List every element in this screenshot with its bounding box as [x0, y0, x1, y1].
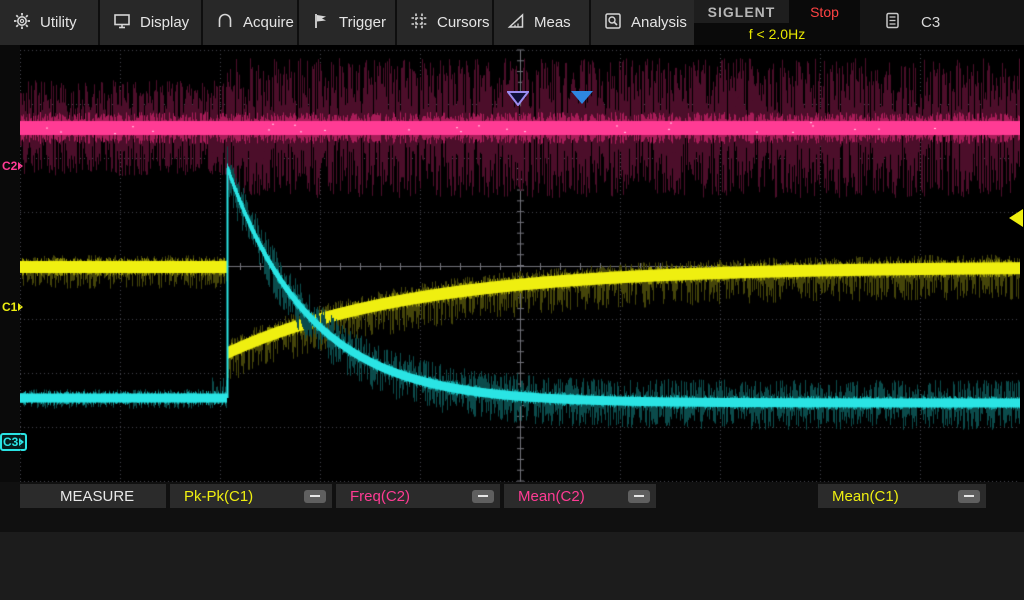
menu-trigger[interactable]: Trigger — [299, 0, 397, 45]
active-channel-label: C3 — [921, 14, 940, 31]
acquisition-status-badge[interactable]: Stop — [789, 0, 860, 23]
remove-measure-icon[interactable] — [628, 490, 650, 503]
channel-marker-strip: C2 C1 C3 — [0, 45, 20, 482]
list-icon — [886, 12, 899, 33]
gear-icon — [13, 12, 31, 34]
measure-item-pkpk-c1[interactable]: Pk-Pk(C1) — [170, 484, 332, 508]
menu-meas-label: Meas — [534, 14, 571, 31]
magnifier-icon — [604, 12, 622, 34]
menu-cursors-label: Cursors — [437, 14, 490, 31]
menu-acquire-label: Acquire — [243, 14, 294, 31]
set-square-icon — [507, 12, 525, 34]
measure-item-freq-c2[interactable]: Freq(C2) — [336, 484, 500, 508]
waveform-display: C2 C1 C3 — [0, 45, 1024, 482]
bottom-status-bar: C1AC1M 10X50.0mV/ 20M3.33mV C2AC1M 10X20… — [0, 532, 1024, 600]
oscilloscope-screen: Utility Display Acquire Trigger Cursors … — [0, 0, 1024, 600]
menu-trigger-label: Trigger — [339, 14, 386, 31]
trigger-position-marker-icon[interactable] — [570, 91, 594, 110]
measure-bar: MEASURE Value Pk-Pk(C1) 112.6042mV Freq(… — [0, 482, 1024, 532]
top-menu-bar: Utility Display Acquire Trigger Cursors … — [0, 0, 1024, 45]
menu-analysis[interactable]: Analysis — [591, 0, 694, 45]
menu-display-label: Display — [140, 14, 189, 31]
menu-meas[interactable]: Meas — [494, 0, 591, 45]
remove-measure-icon[interactable] — [472, 490, 494, 503]
menu-cursors[interactable]: Cursors — [397, 0, 494, 45]
menu-acquire[interactable]: Acquire — [203, 0, 299, 45]
menu-display[interactable]: Display — [100, 0, 203, 45]
menu-analysis-label: Analysis — [631, 14, 687, 31]
cursors-grid-icon — [410, 12, 428, 34]
measure-item-mean-c1[interactable]: Mean(C1) — [818, 484, 986, 508]
trigger-level-arrow-icon[interactable] — [1009, 209, 1023, 227]
flag-icon — [312, 12, 330, 34]
remove-measure-icon[interactable] — [958, 490, 980, 503]
monitor-icon — [113, 12, 131, 34]
siglent-logo: SIGLENT — [694, 0, 789, 23]
measure-header-cell: MEASURE — [20, 484, 166, 508]
measure-item-mean-c2[interactable]: Mean(C2) — [504, 484, 656, 508]
horizontal-reference-marker-icon[interactable] — [507, 91, 529, 111]
arch-icon — [216, 12, 234, 34]
status-block: SIGLENT Stop f < 2.0Hz — [694, 0, 860, 45]
menu-utility[interactable]: Utility — [0, 0, 100, 45]
trigger-frequency-readout: f < 2.0Hz — [694, 23, 860, 45]
menu-utility-label: Utility — [40, 14, 77, 31]
remove-measure-icon[interactable] — [304, 490, 326, 503]
active-channel-indicator[interactable]: C3 — [860, 0, 1024, 45]
